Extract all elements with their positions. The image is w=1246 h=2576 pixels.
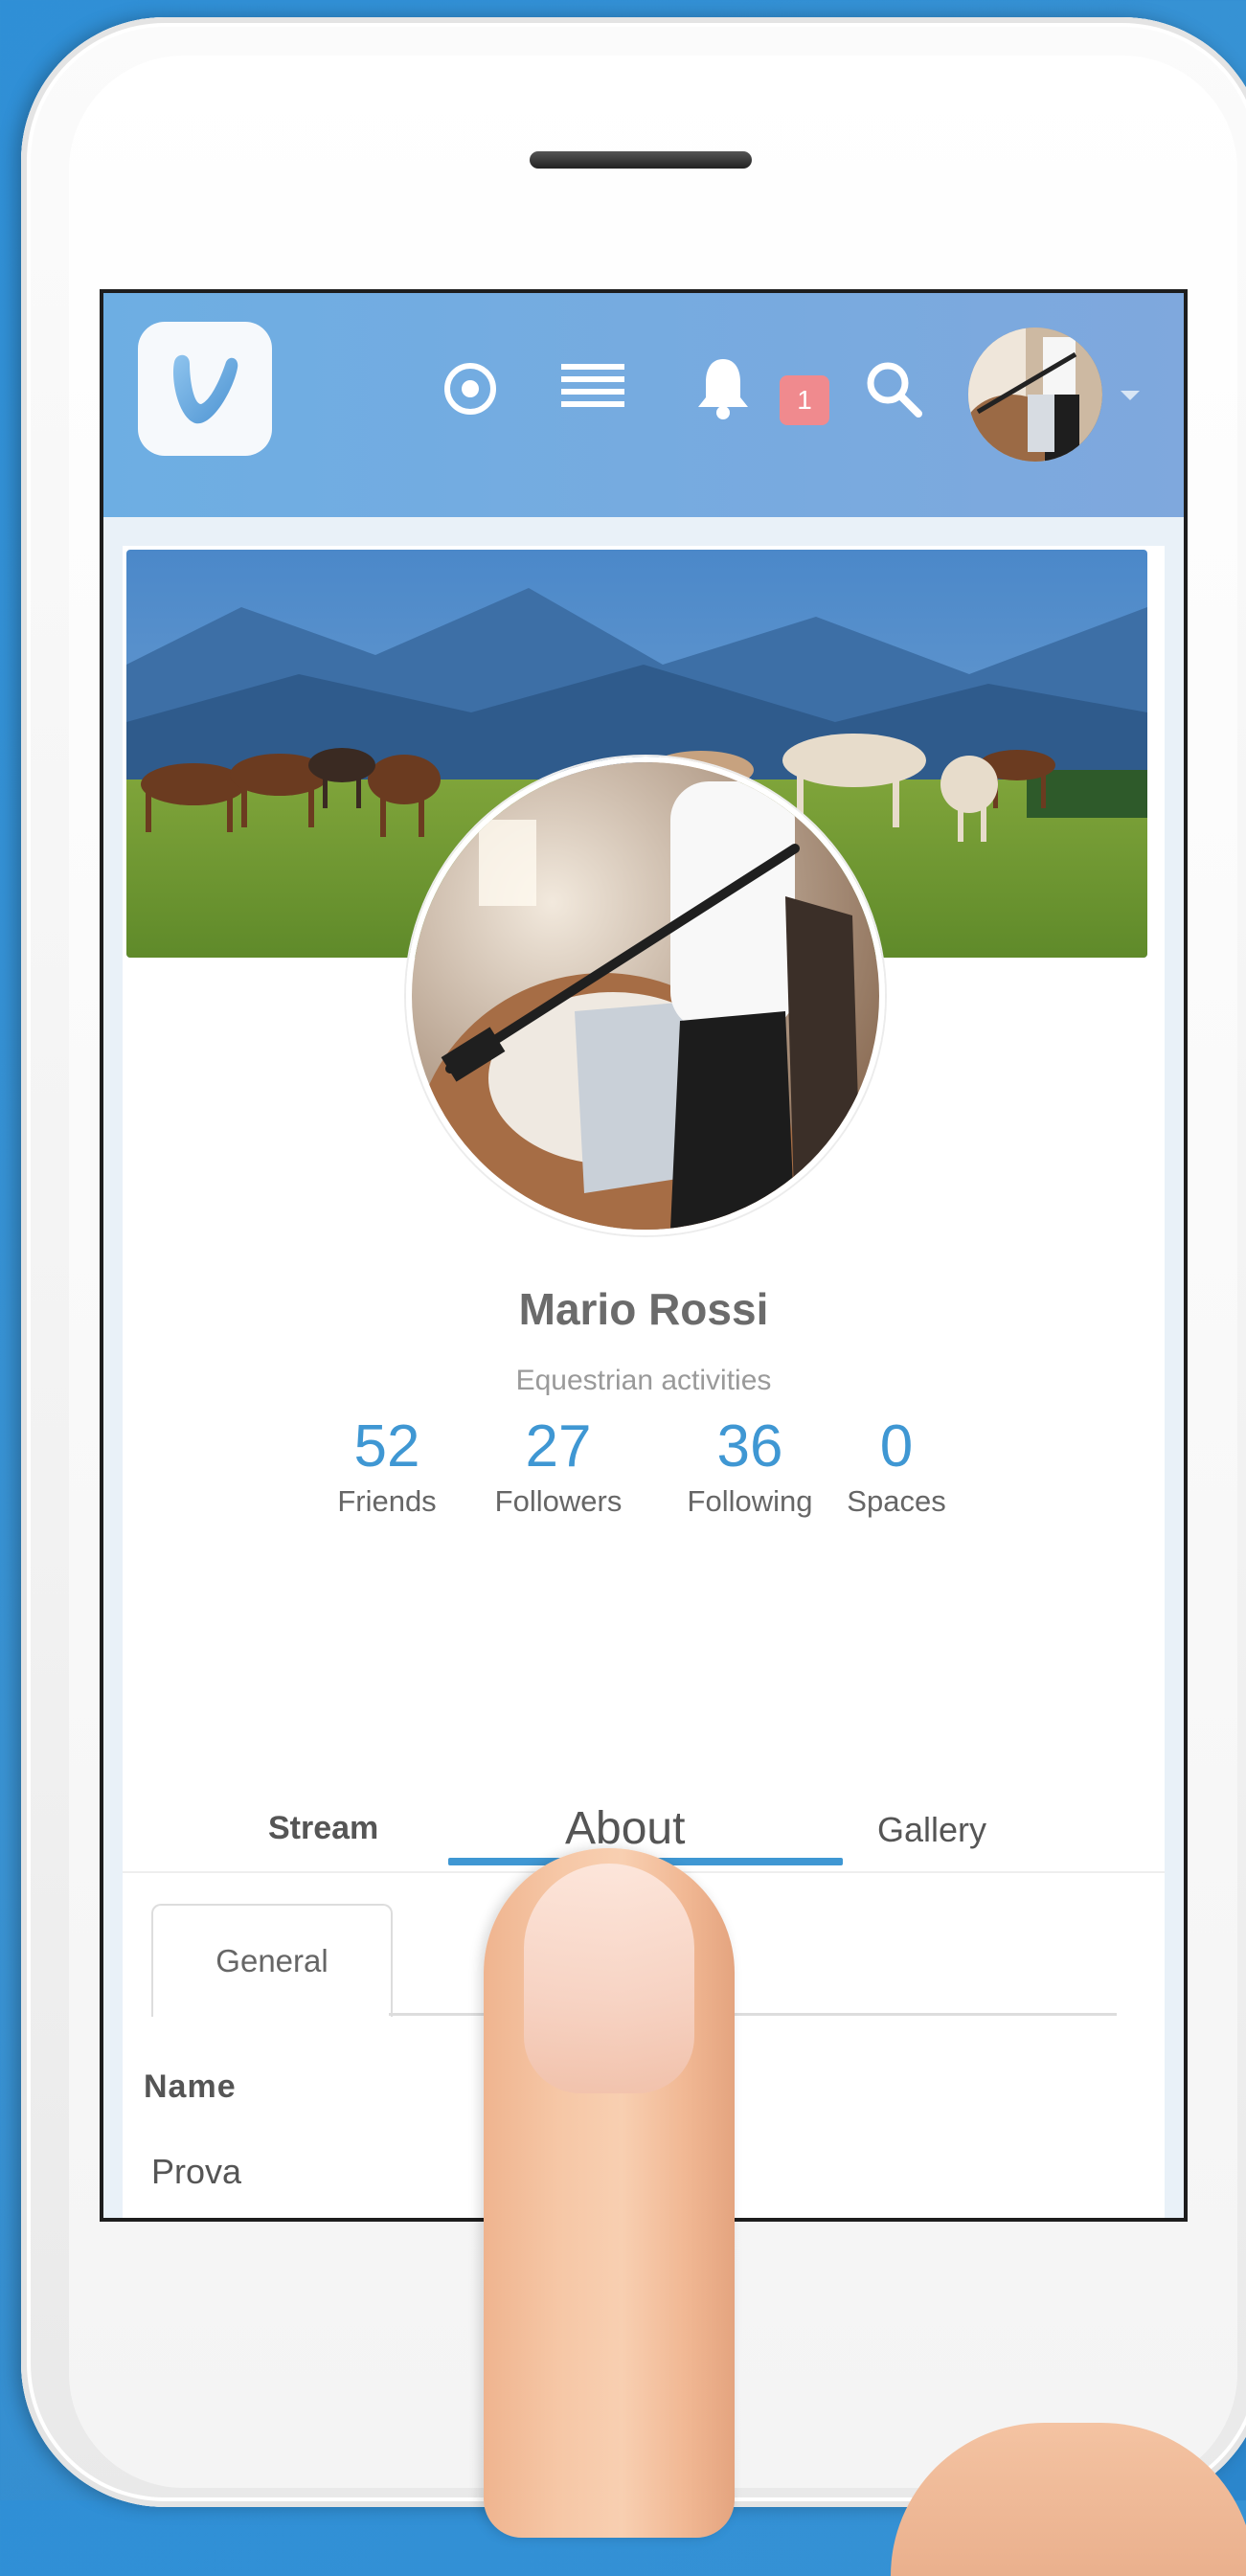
- list-icon[interactable]: [559, 350, 626, 427]
- profile-name: Mario Rossi: [518, 1284, 769, 1334]
- tab-gallery[interactable]: Gallery: [877, 1810, 986, 1850]
- target-icon[interactable]: [437, 350, 504, 427]
- stat-label: Followers: [494, 1484, 623, 1518]
- notification-badge: 1: [780, 375, 829, 425]
- caret-down-icon[interactable]: [1121, 391, 1140, 400]
- app-logo-icon: [172, 354, 238, 424]
- tab-stream[interactable]: Stream: [268, 1810, 378, 1847]
- stat-label: Friends: [337, 1484, 437, 1518]
- profile-subtitle: Equestrian activities: [515, 1365, 772, 1396]
- app-logo[interactable]: [138, 322, 272, 456]
- profile-picture[interactable]: [406, 757, 885, 1235]
- field-label-name: Name: [144, 2068, 237, 2105]
- stat-value: 0: [879, 1413, 914, 1480]
- stat-followers[interactable]: 27 Followers: [463, 1412, 654, 1519]
- phone-speaker: [530, 151, 752, 169]
- stat-label: Spaces: [847, 1484, 946, 1518]
- stat-value: 27: [525, 1413, 592, 1480]
- tab-about[interactable]: About: [565, 1802, 685, 1855]
- stat-value: 52: [353, 1413, 420, 1480]
- stat-spaces[interactable]: 0 Spaces: [801, 1412, 992, 1519]
- search-icon[interactable]: [860, 350, 927, 427]
- fingernail: [524, 1864, 694, 2093]
- top-navigation-bar: 1: [103, 293, 1184, 517]
- subtab-general[interactable]: General: [151, 1904, 393, 2017]
- bell-icon[interactable]: [690, 350, 757, 427]
- user-avatar[interactable]: [968, 328, 1102, 462]
- finger-overlay: [484, 1848, 735, 2538]
- field-value-name: Prova: [151, 2152, 242, 2191]
- stat-friends[interactable]: 52 Friends: [291, 1412, 483, 1519]
